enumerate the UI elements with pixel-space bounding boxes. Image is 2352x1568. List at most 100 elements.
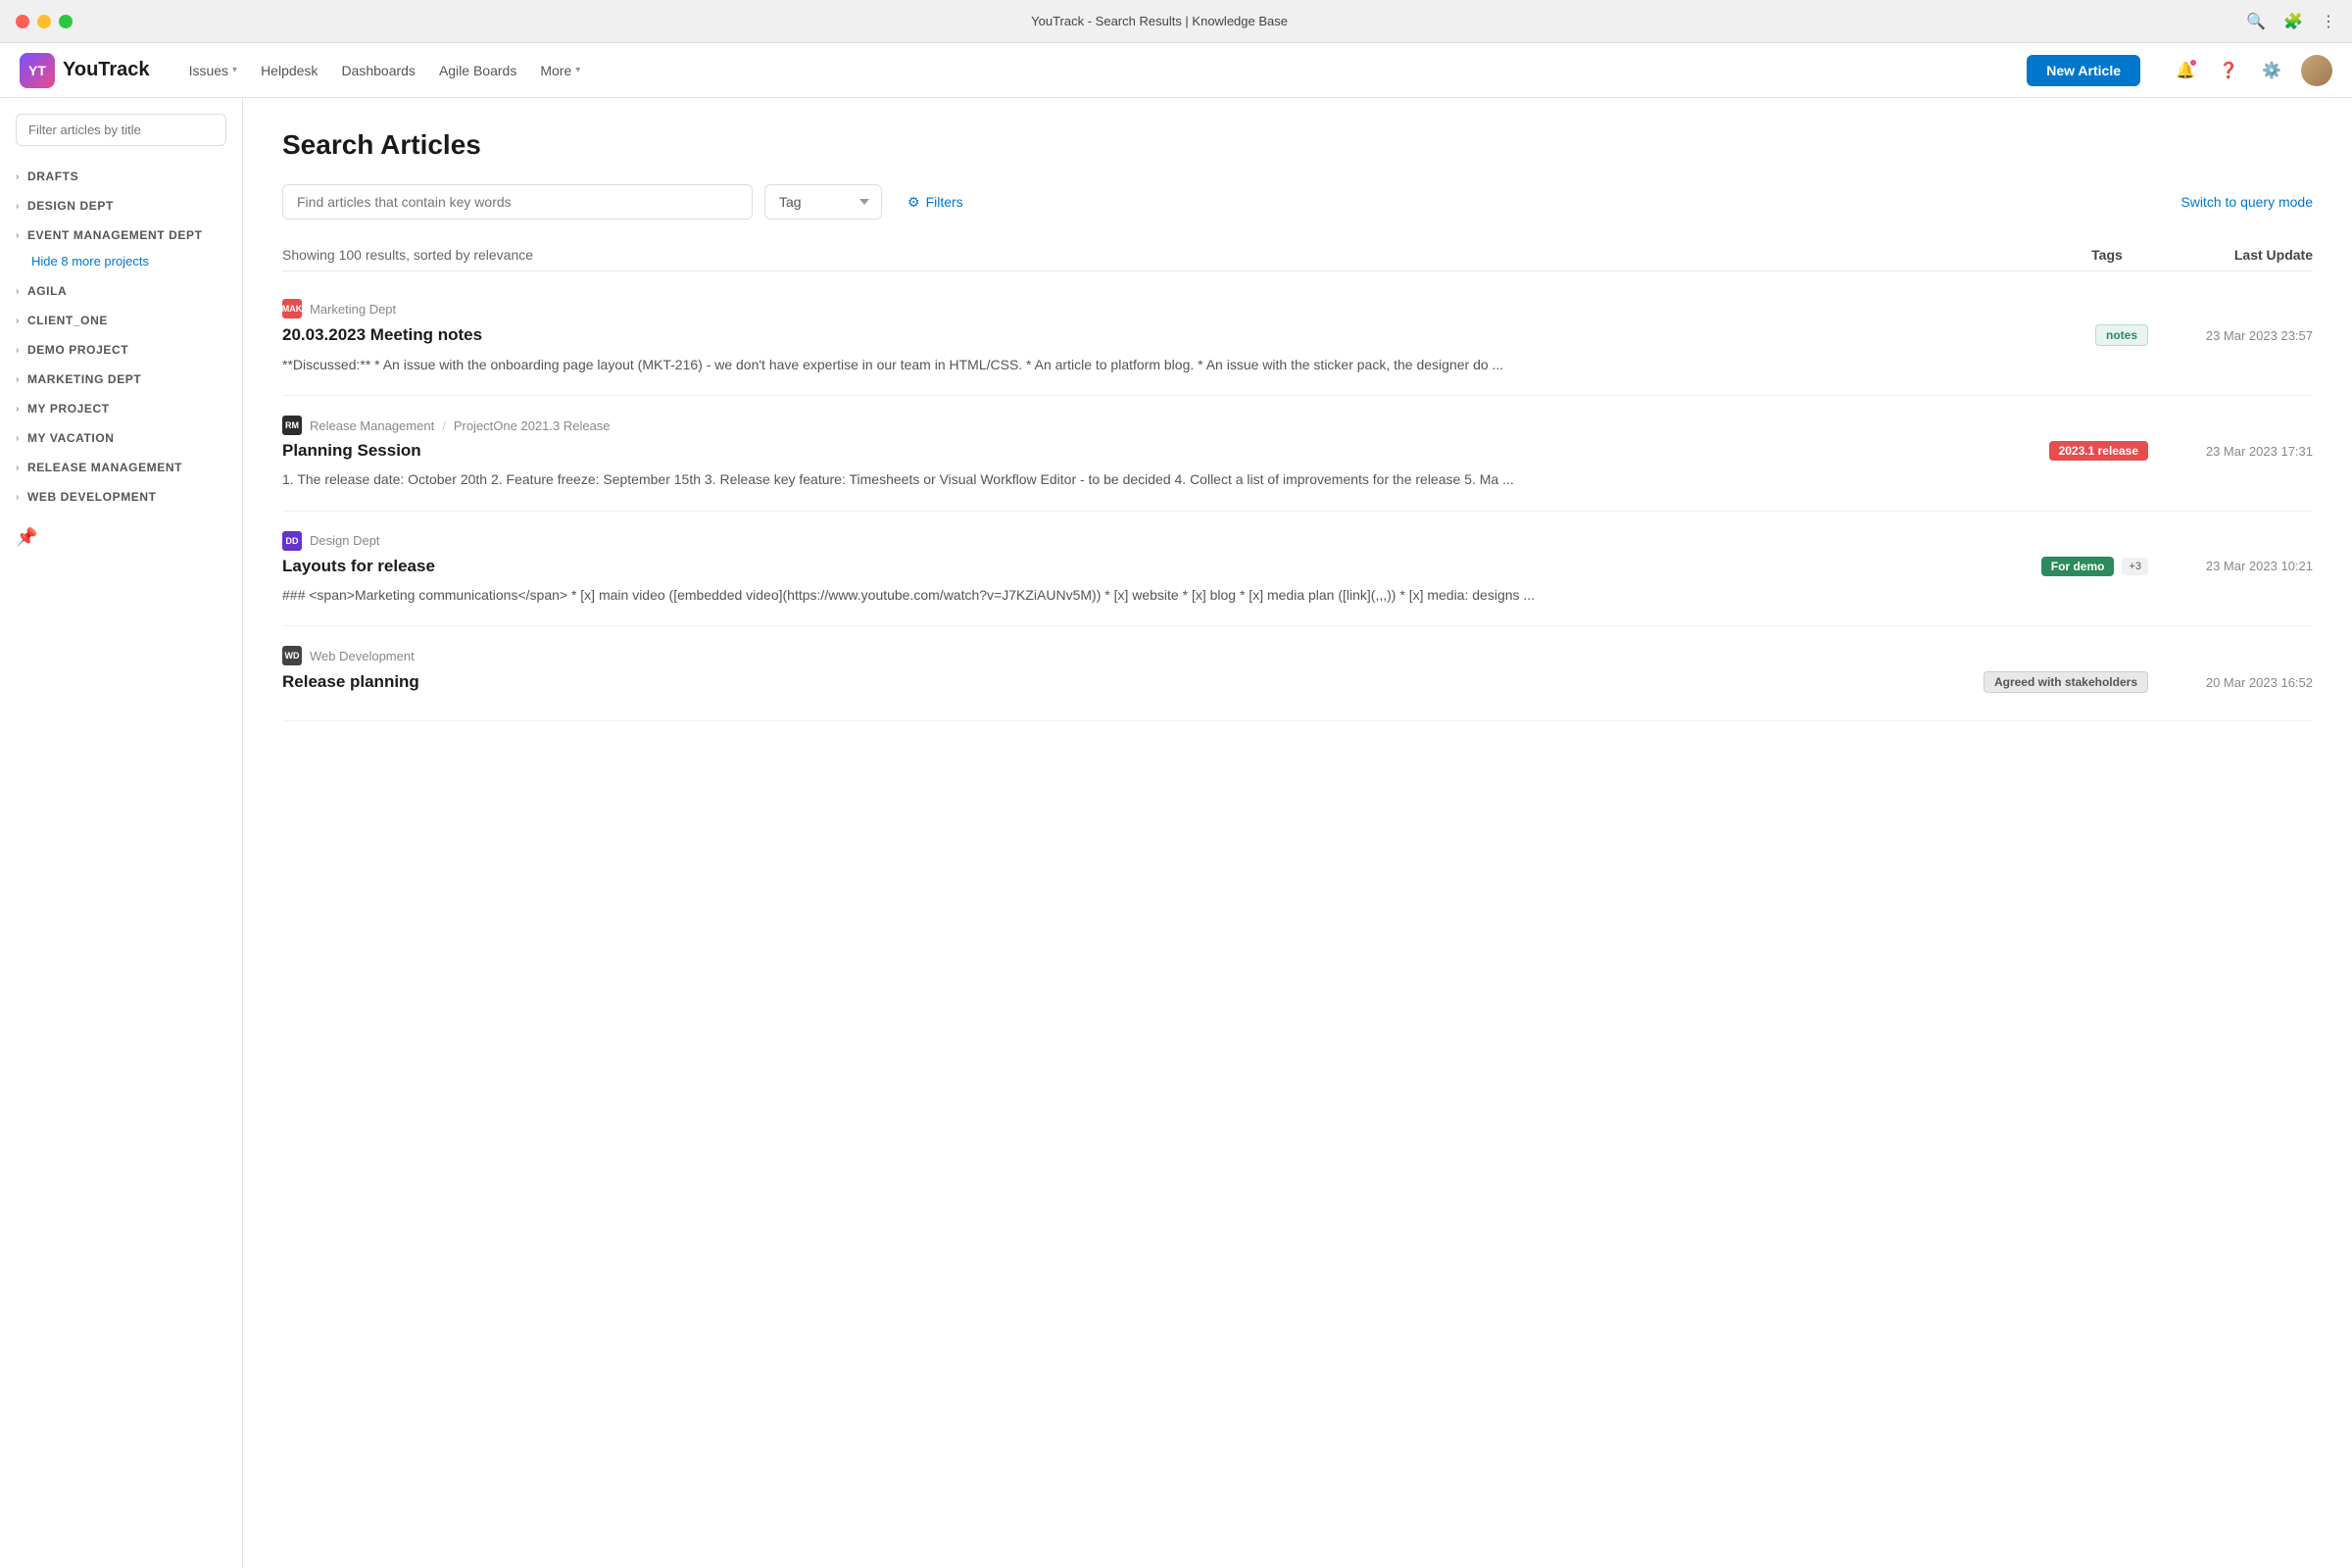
page-title: Search Articles	[282, 129, 2313, 161]
chevron-icon: ›	[16, 404, 20, 415]
chevron-icon: ›	[16, 172, 20, 182]
article-card: WD Web Development Release planning Agre…	[282, 626, 2313, 721]
sidebar-item-demo-project[interactable]: › DEMO PROJECT	[0, 335, 242, 365]
article-title-row: Release planning Agreed with stakeholder…	[282, 671, 2313, 693]
tag-badge[interactable]: notes	[2095, 324, 2148, 346]
navbar: YT YouTrack Issues ▾ Helpdesk Dashboards…	[0, 43, 2352, 98]
article-excerpt: ### <span>Marketing communications</span…	[282, 584, 2313, 606]
chevron-icon: ›	[16, 345, 20, 356]
article-excerpt: 1. The release date: October 20th 2. Fea…	[282, 468, 2313, 490]
tag-badge[interactable]: Agreed with stakeholders	[1984, 671, 2148, 693]
main-content: Search Articles Tag ⚙ Filters Switch to …	[243, 98, 2352, 1568]
article-card: RM Release Management / ProjectOne 2021.…	[282, 396, 2313, 511]
project-icon: MAK	[282, 299, 302, 318]
sidebar-item-label: EVENT MANAGEMENT DEPT	[27, 228, 203, 242]
sidebar-item-drafts[interactable]: › DRAFTS	[0, 162, 242, 191]
sidebar-item-label: DESIGN DEPT	[27, 199, 114, 213]
tag-select-wrapper: Tag	[764, 184, 882, 220]
chevron-icon: ›	[16, 316, 20, 326]
project-name: Web Development	[310, 649, 415, 663]
nav-more[interactable]: More ▾	[540, 63, 580, 78]
project-icon: RM	[282, 416, 302, 435]
article-title[interactable]: Planning Session	[282, 441, 421, 461]
col-tags: Tags	[2058, 247, 2156, 263]
window-controls	[16, 15, 73, 28]
article-tags: 2023.1 release 23 Mar 2023 17:31	[2049, 441, 2313, 461]
switch-query-button[interactable]: Switch to query mode	[2180, 194, 2313, 210]
nav-agile[interactable]: Agile Boards	[439, 63, 516, 78]
article-title[interactable]: 20.03.2023 Meeting notes	[282, 325, 482, 345]
logo-text: YouTrack	[63, 59, 150, 81]
sidebar-item-label: MY VACATION	[27, 431, 115, 445]
new-article-button[interactable]: New Article	[2027, 55, 2140, 86]
sidebar-item-event-mgmt[interactable]: › EVENT MANAGEMENT DEPT	[0, 220, 242, 250]
article-meta: WD Web Development	[282, 646, 2313, 665]
sidebar-item-label: MY PROJECT	[27, 402, 110, 416]
sidebar-item-release-mgmt[interactable]: › RELEASE MANAGEMENT	[0, 453, 242, 482]
logo-initials: YT	[28, 63, 46, 78]
search-icon[interactable]: 🔍	[2246, 12, 2266, 31]
avatar[interactable]	[2301, 55, 2332, 86]
notifications-icon[interactable]: 🔔	[2172, 57, 2199, 84]
tag-extra[interactable]: +3	[2122, 558, 2148, 575]
sidebar-item-client-one[interactable]: › CLIENT_ONE	[0, 306, 242, 335]
settings-icon[interactable]: ⚙️	[2258, 57, 2285, 84]
article-meta: MAK Marketing Dept	[282, 299, 2313, 318]
tag-badge[interactable]: For demo	[2041, 557, 2115, 576]
sidebar-filter-input[interactable]	[16, 114, 226, 146]
close-button[interactable]	[16, 15, 29, 28]
pin-icon[interactable]: 📌	[0, 512, 242, 564]
nav-icons: 🔔 ❓ ⚙️	[2172, 55, 2332, 86]
chevron-icon: ›	[16, 201, 20, 212]
filter-icon: ⚙	[907, 194, 920, 211]
maximize-button[interactable]	[59, 15, 73, 28]
more-icon[interactable]: ⋮	[2321, 12, 2336, 31]
filters-button[interactable]: ⚙ Filters	[894, 185, 977, 220]
titlebar: YouTrack - Search Results | Knowledge Ba…	[0, 0, 2352, 43]
window-title: YouTrack - Search Results | Knowledge Ba…	[1031, 14, 1288, 28]
notification-dot	[2189, 59, 2197, 67]
sidebar-item-label: AGILA	[27, 284, 67, 298]
sidebar-item-design-dept[interactable]: › DESIGN DEPT	[0, 191, 242, 220]
article-date: 20 Mar 2023 16:52	[2156, 675, 2313, 690]
article-date: 23 Mar 2023 10:21	[2156, 559, 2313, 573]
article-tags: notes 23 Mar 2023 23:57	[2095, 324, 2313, 346]
nav-helpdesk[interactable]: Helpdesk	[261, 63, 318, 78]
chevron-icon: ›	[16, 463, 20, 473]
chevron-icon: ›	[16, 230, 20, 241]
col-last-update: Last Update	[2156, 247, 2313, 263]
article-title-row: 20.03.2023 Meeting notes notes 23 Mar 20…	[282, 324, 2313, 346]
breadcrumb: ProjectOne 2021.3 Release	[454, 418, 611, 433]
article-tags: For demo +3 23 Mar 2023 10:21	[2041, 557, 2313, 576]
sidebar-item-web-dev[interactable]: › WEB DEVELOPMENT	[0, 482, 242, 512]
article-title[interactable]: Release planning	[282, 672, 419, 692]
more-dropdown-icon: ▾	[575, 65, 580, 75]
issues-label: Issues	[189, 63, 228, 78]
logo-icon: YT	[20, 53, 55, 88]
logo[interactable]: YT YouTrack	[20, 53, 150, 88]
meta-sep: /	[442, 418, 446, 433]
nav-issues[interactable]: Issues ▾	[189, 63, 238, 78]
sidebar-item-agila[interactable]: › AGILA	[0, 276, 242, 306]
sidebar-item-my-vacation[interactable]: › MY VACATION	[0, 423, 242, 453]
sidebar-item-marketing-dept[interactable]: › MARKETING DEPT	[0, 365, 242, 394]
issues-dropdown-icon: ▾	[232, 65, 237, 75]
help-icon[interactable]: ❓	[2215, 57, 2242, 84]
puzzle-icon[interactable]: 🧩	[2283, 12, 2303, 31]
chevron-icon: ›	[16, 286, 20, 297]
nav-dashboards[interactable]: Dashboards	[341, 63, 416, 78]
hide-projects-link[interactable]: Hide 8 more projects	[0, 250, 242, 276]
tag-badge[interactable]: 2023.1 release	[2049, 441, 2148, 461]
article-meta: DD Design Dept	[282, 531, 2313, 551]
article-search-input[interactable]	[282, 184, 753, 220]
tag-select[interactable]: Tag	[764, 184, 882, 220]
article-excerpt: **Discussed:** * An issue with the onboa…	[282, 354, 2313, 375]
minimize-button[interactable]	[37, 15, 51, 28]
sidebar-item-my-project[interactable]: › MY PROJECT	[0, 394, 242, 423]
chevron-icon: ›	[16, 492, 20, 503]
article-meta: RM Release Management / ProjectOne 2021.…	[282, 416, 2313, 435]
article-tags: Agreed with stakeholders 20 Mar 2023 16:…	[1984, 671, 2313, 693]
sidebar-item-label: DRAFTS	[27, 170, 78, 183]
article-title[interactable]: Layouts for release	[282, 557, 435, 576]
sidebar-item-label: MARKETING DEPT	[27, 372, 141, 386]
